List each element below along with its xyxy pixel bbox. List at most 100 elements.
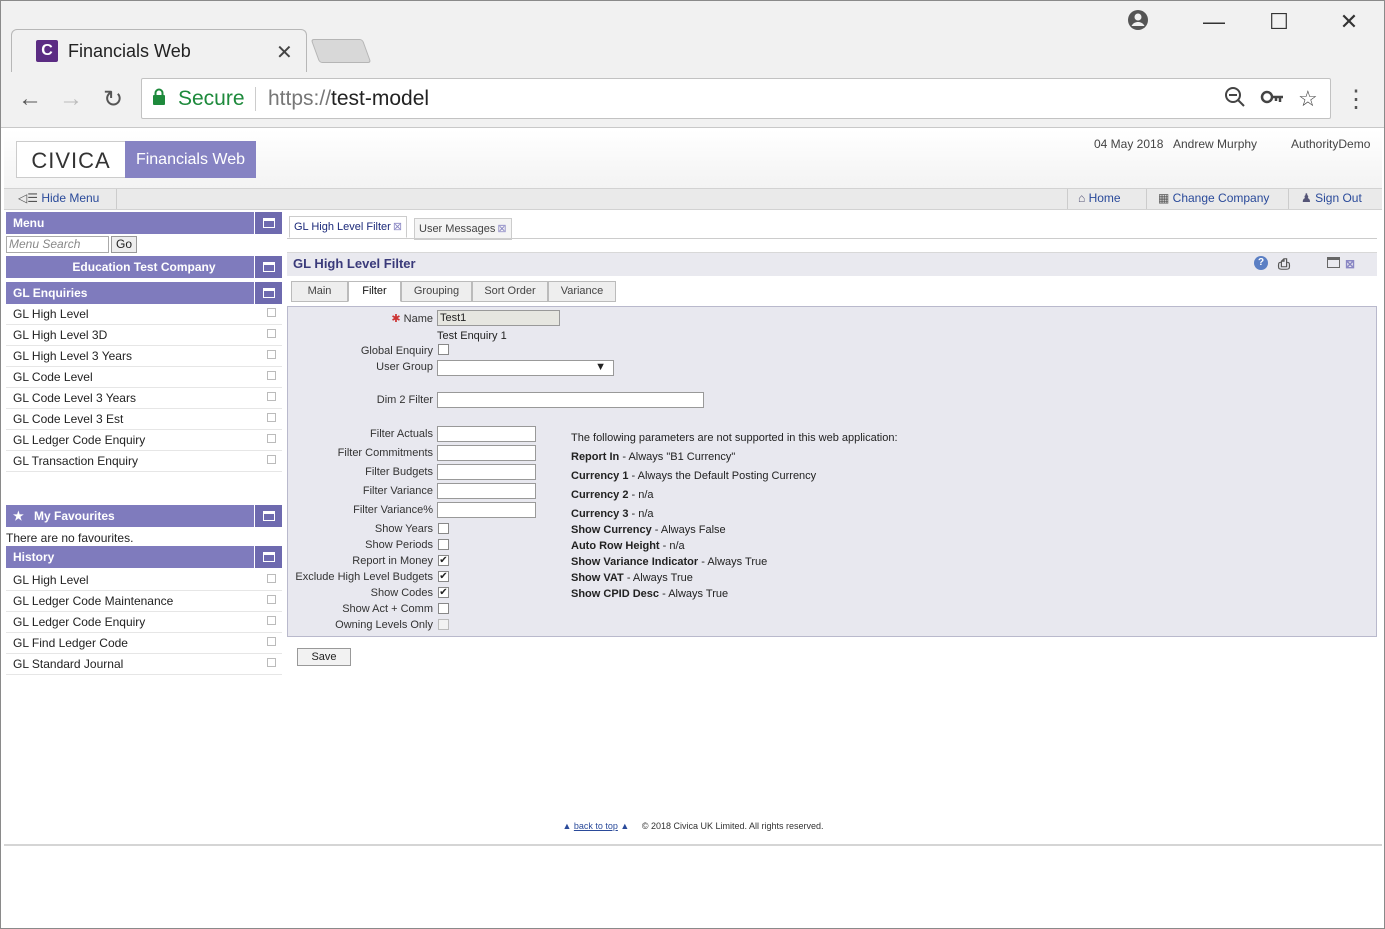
filter-actuals-input[interactable] — [437, 426, 536, 442]
hide-menu-button[interactable]: ◁☰ Hide Menu — [18, 191, 99, 205]
maximize-icon[interactable]: ☐ — [1264, 9, 1294, 35]
minimize-icon[interactable]: — — [1199, 9, 1229, 35]
help-icon[interactable]: ? — [1254, 256, 1268, 270]
sign-out-label: Sign Out — [1315, 191, 1362, 205]
sidebar-item-label: GL Code Level 3 Est — [13, 412, 124, 426]
sidebar: Menu Menu Search Go Education Test Compa… — [6, 212, 282, 675]
option-label: Exclude High Level Budgets — [295, 571, 433, 583]
dim2-filter-input[interactable] — [437, 392, 704, 408]
sidebar-item[interactable]: GL Code Level 3 Years — [6, 388, 282, 409]
sign-out-button[interactable]: ♟ Sign Out — [1301, 191, 1362, 205]
sidebar-item[interactable]: GL Ledger Code Enquiry — [6, 430, 282, 451]
user-group-select[interactable]: ▼ — [437, 360, 614, 376]
tab-user-messages[interactable]: User Messages ⊠ — [414, 218, 512, 240]
sidebar-item[interactable]: GL Transaction Enquiry — [6, 451, 282, 472]
open-window-icon[interactable] — [267, 637, 276, 646]
profile-icon[interactable] — [1123, 9, 1153, 37]
star-icon[interactable]: ☆ — [1298, 86, 1318, 112]
civica-logo: CIVICA — [16, 141, 126, 178]
history-item[interactable]: GL High Level — [6, 570, 282, 591]
back-to-top-link[interactable]: ▲ back to top ▲ — [562, 821, 629, 831]
option-checkbox[interactable] — [438, 603, 449, 614]
open-window-icon[interactable] — [267, 371, 276, 380]
sidebar-item[interactable]: GL Code Level 3 Est — [6, 409, 282, 430]
filter-variance-pct-input[interactable] — [437, 502, 536, 518]
option-checkbox — [438, 619, 449, 630]
option-checkbox[interactable]: ✔ — [438, 555, 449, 566]
option-checkbox[interactable] — [438, 539, 449, 550]
home-icon: ⌂ — [1078, 191, 1089, 205]
browser-menu-icon[interactable]: ⋮ — [1344, 85, 1368, 114]
option-label: Show Act + Comm — [342, 603, 433, 615]
open-window-icon[interactable] — [267, 413, 276, 422]
history-item[interactable]: GL Ledger Code Enquiry — [6, 612, 282, 633]
url-text[interactable]: https://test-model — [268, 87, 429, 111]
subtab-filter[interactable]: Filter — [348, 281, 401, 302]
filter-commitments-input[interactable] — [437, 445, 536, 461]
sidebar-item[interactable]: GL High Level — [6, 304, 282, 325]
window-icon[interactable] — [254, 546, 282, 568]
forward-arrow-icon[interactable]: → — [56, 85, 86, 113]
subtab-variance[interactable]: Variance — [548, 281, 616, 302]
new-tab-button[interactable] — [310, 39, 372, 63]
subtab-sort-order[interactable]: Sort Order — [472, 281, 548, 302]
back-arrow-icon[interactable]: ← — [15, 85, 45, 113]
open-window-icon[interactable] — [267, 574, 276, 583]
zoom-out-icon[interactable] — [1224, 86, 1246, 114]
window-icon[interactable] — [254, 256, 282, 278]
option-checkbox[interactable] — [438, 523, 449, 534]
address-bar[interactable]: Secure https://test-model ☆ — [141, 78, 1331, 119]
name-input[interactable]: Test1 — [437, 310, 560, 326]
footer: ▲ back to top ▲ © 2018 Civica UK Limited… — [4, 821, 1382, 831]
open-window-icon[interactable] — [267, 455, 276, 464]
open-window-icon[interactable] — [267, 329, 276, 338]
close-icon[interactable]: ⊠ — [1345, 253, 1355, 275]
note-item: Report In - Always "B1 Currency" — [571, 451, 735, 463]
open-window-icon[interactable] — [267, 392, 276, 401]
save-button[interactable]: Save — [297, 648, 351, 666]
tab-gl-high-level-filter[interactable]: GL High Level Filter ⊠ — [289, 216, 408, 238]
window-icon[interactable] — [254, 505, 282, 527]
window-icon[interactable] — [254, 212, 282, 234]
open-window-icon[interactable] — [267, 616, 276, 625]
open-window-icon[interactable] — [267, 658, 276, 667]
print-icon[interactable]: ⎙ — [1278, 254, 1290, 276]
reload-icon[interactable]: ↻ — [98, 85, 128, 114]
subtab-main[interactable]: Main — [291, 281, 348, 302]
home-button[interactable]: ⌂ Home — [1078, 191, 1121, 205]
note-item: Currency 1 - Always the Default Posting … — [571, 470, 816, 482]
change-company-button[interactable]: ▦ Change Company — [1158, 191, 1269, 205]
sidebar-item[interactable]: GL High Level 3D — [6, 325, 282, 346]
option-checkbox[interactable]: ✔ — [438, 587, 449, 598]
open-window-icon[interactable] — [267, 350, 276, 359]
favourites-title: My Favourites — [34, 509, 115, 523]
option-checkbox[interactable]: ✔ — [438, 571, 449, 582]
open-window-icon[interactable] — [267, 595, 276, 604]
window-icon[interactable] — [1327, 257, 1340, 268]
user-group-label: User Group — [376, 361, 433, 373]
close-tab-icon[interactable]: ✕ — [276, 40, 293, 65]
global-enquiry-checkbox[interactable] — [438, 344, 449, 355]
sidebar-item[interactable]: GL Code Level — [6, 367, 282, 388]
option-label: Owning Levels Only — [335, 619, 433, 631]
close-tab-icon[interactable]: ⊠ — [393, 221, 402, 233]
menu-search-input[interactable]: Menu Search — [6, 236, 109, 253]
menu-search-go-button[interactable]: Go — [111, 236, 137, 253]
subtab-grouping[interactable]: Grouping — [401, 281, 472, 302]
note-value: - Always True — [623, 572, 693, 584]
close-window-icon[interactable]: ✕ — [1334, 9, 1364, 35]
sidebar-item[interactable]: GL High Level 3 Years — [6, 346, 282, 367]
history-item[interactable]: GL Ledger Code Maintenance — [6, 591, 282, 612]
open-window-icon[interactable] — [267, 308, 276, 317]
back-to-top-text[interactable]: back to top — [574, 821, 618, 831]
filter-budgets-input[interactable] — [437, 464, 536, 480]
history-item[interactable]: GL Find Ledger Code — [6, 633, 282, 654]
history-item[interactable]: GL Standard Journal — [6, 654, 282, 675]
key-icon[interactable] — [1260, 86, 1284, 114]
open-window-icon[interactable] — [267, 434, 276, 443]
filter-variance-input[interactable] — [437, 483, 536, 499]
close-tab-icon[interactable]: ⊠ — [497, 223, 506, 235]
folder-up-icon[interactable] — [254, 282, 282, 304]
copyright: © 2018 Civica UK Limited. All rights res… — [641, 821, 824, 831]
browser-tab[interactable]: C Financials Web ✕ — [11, 29, 307, 72]
